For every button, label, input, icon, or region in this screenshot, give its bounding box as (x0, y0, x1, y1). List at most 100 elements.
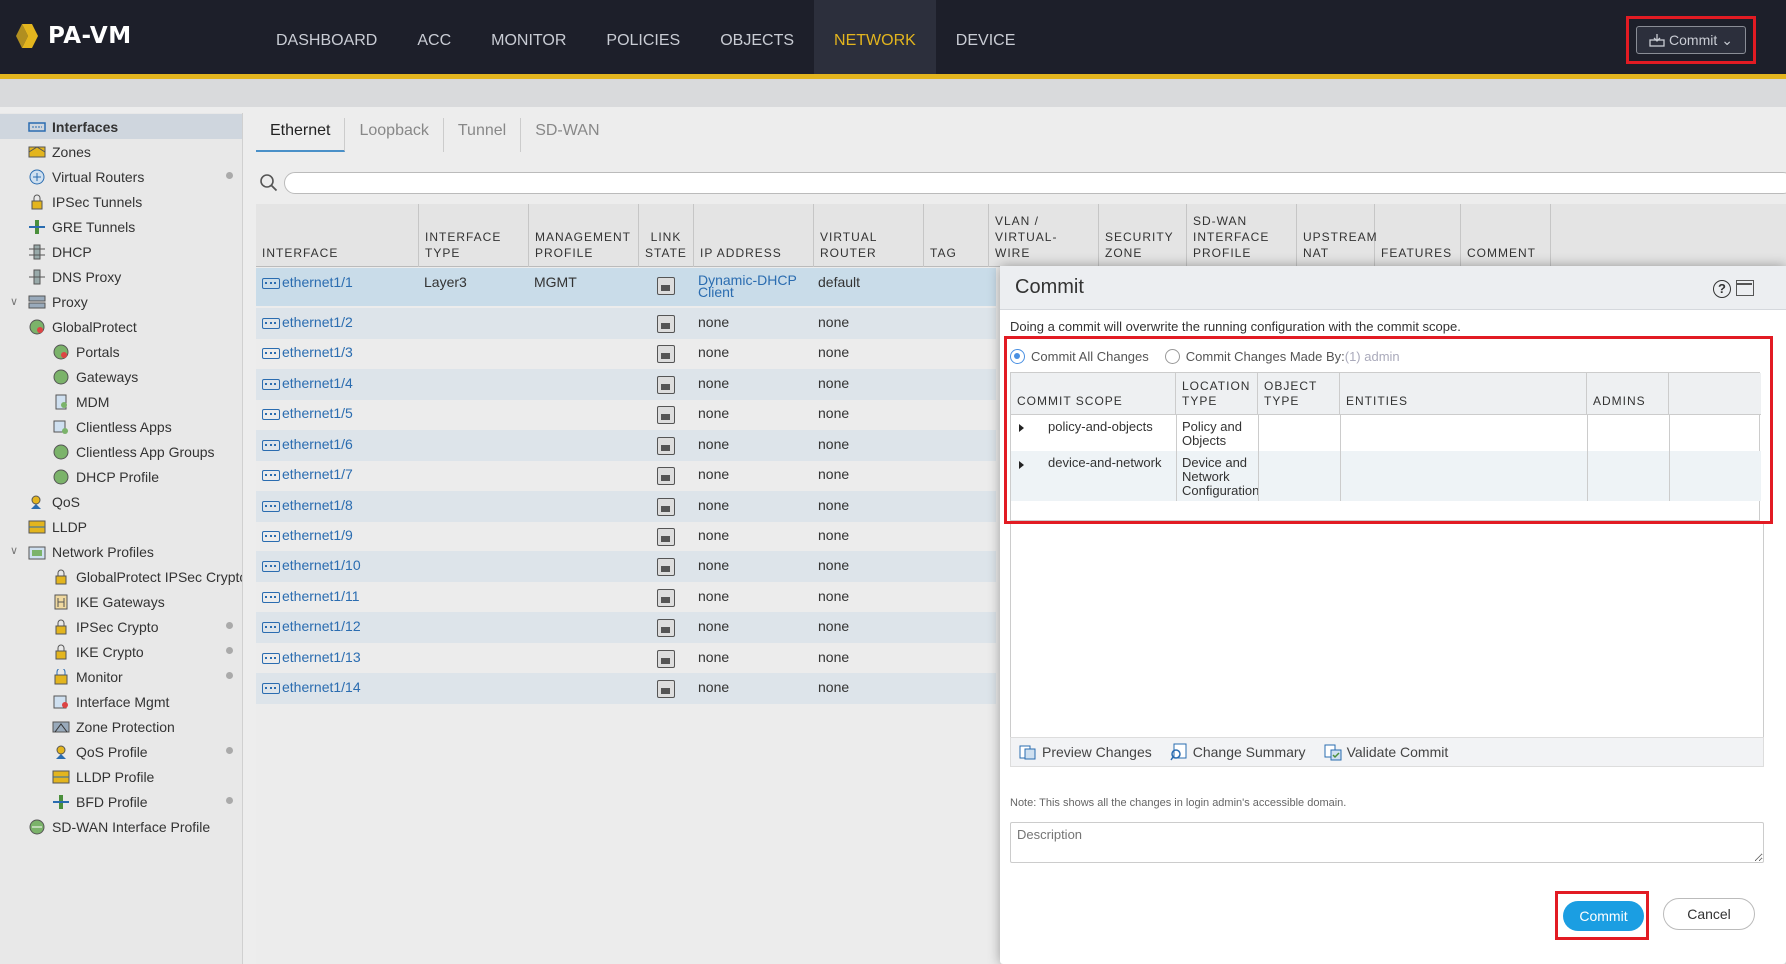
sidebar-item-lldp-profile[interactable]: LLDP Profile (52, 764, 154, 789)
interface-cell[interactable]: ethernet1/13 (262, 649, 361, 665)
description-field[interactable] (1010, 822, 1764, 863)
radio-commit-all[interactable] (1010, 349, 1025, 364)
col-interface-type[interactable]: INTERFACE TYPE (419, 204, 529, 267)
help-icon[interactable]: ? (1713, 280, 1731, 298)
sidebar-item-dhcp[interactable]: DHCP (28, 239, 92, 264)
col-admins[interactable]: ADMINS (1587, 373, 1669, 415)
nav-acc[interactable]: ACC (397, 0, 471, 74)
table-row[interactable]: ethernet1/6 none none (256, 430, 996, 461)
interface-link[interactable]: ethernet1/11 (282, 588, 360, 604)
tab-ethernet[interactable]: Ethernet (256, 118, 346, 152)
interface-link[interactable]: ethernet1/14 (282, 679, 361, 695)
interface-link[interactable]: ethernet1/6 (282, 436, 353, 452)
interface-link[interactable]: ethernet1/4 (282, 375, 353, 391)
sidebar-item-globalprotect[interactable]: GlobalProtect (28, 314, 137, 339)
col-entities[interactable]: ENTITIES (1340, 373, 1587, 415)
col-features[interactable]: FEATURES (1375, 204, 1461, 267)
top-commit-button[interactable]: Commit ⌄ (1636, 26, 1746, 54)
col-location-type[interactable]: LOCATION TYPE (1176, 373, 1258, 415)
sidebar-item-zone-protection[interactable]: Zone Protection (52, 714, 175, 739)
interface-cell[interactable]: ethernet1/3 (262, 344, 353, 360)
col-comment[interactable]: COMMENT (1461, 204, 1551, 267)
sidebar-item-qos-profile[interactable]: QoS Profile (52, 739, 148, 764)
sidebar-item-zones[interactable]: Zones (28, 139, 91, 164)
interface-cell[interactable]: ethernet1/7 (262, 466, 353, 482)
sidebar-item-ipsec-crypto[interactable]: IPSec Crypto (52, 614, 158, 639)
table-row[interactable]: ethernet1/11 none none (256, 582, 996, 613)
sidebar-item-clientless-apps[interactable]: Clientless Apps (52, 414, 172, 439)
col-security-zone[interactable]: SECURITY ZONE (1099, 204, 1187, 267)
table-row[interactable]: ethernet1/10 none none (256, 551, 996, 582)
sidebar-item-sdwan-interface-profile[interactable]: SD-WAN Interface Profile (28, 814, 210, 839)
nav-device[interactable]: DEVICE (936, 0, 1036, 74)
interface-cell[interactable]: ethernet1/11 (262, 588, 360, 604)
commit-button[interactable]: Commit (1563, 901, 1644, 931)
interface-link[interactable]: ethernet1/9 (282, 527, 353, 543)
interface-link[interactable]: ethernet1/2 (282, 314, 353, 330)
sidebar-item-lldp[interactable]: LLDP (28, 514, 87, 539)
col-link-state[interactable]: LINK STATE (639, 204, 694, 267)
sidebar-item-ike-crypto[interactable]: IKE Crypto (52, 639, 144, 664)
maximize-icon[interactable] (1736, 280, 1754, 296)
sidebar-item-virtual-routers[interactable]: Virtual Routers (28, 164, 144, 189)
col-upstream-nat[interactable]: UPSTREAM NAT (1297, 204, 1377, 267)
expand-arrow-icon[interactable] (1019, 424, 1024, 432)
col-tag[interactable]: TAG (924, 204, 989, 267)
table-row[interactable]: ethernet1/2 none none (256, 308, 996, 339)
sidebar-item-gre-tunnels[interactable]: GRE Tunnels (28, 214, 135, 239)
tab-tunnel[interactable]: Tunnel (444, 118, 522, 152)
col-commit-scope[interactable]: COMMIT SCOPE (1011, 373, 1176, 415)
sidebar-item-bfd-profile[interactable]: BFD Profile (52, 789, 148, 814)
table-row[interactable]: ethernet1/9 none none (256, 521, 996, 552)
tab-sdwan[interactable]: SD-WAN (521, 118, 613, 152)
interface-cell[interactable]: ethernet1/10 (262, 557, 361, 573)
table-row[interactable]: ethernet1/13 none none (256, 643, 996, 674)
expand-arrow-icon[interactable] (1019, 461, 1024, 469)
change-summary-button[interactable]: Change Summary (1170, 743, 1306, 761)
sidebar-item-ike-gateways[interactable]: IKE Gateways (52, 589, 165, 614)
interface-link[interactable]: ethernet1/5 (282, 405, 353, 421)
sidebar-item-portals[interactable]: Portals (52, 339, 120, 364)
col-management-profile[interactable]: MANAGEMENT PROFILE (529, 204, 639, 267)
nav-objects[interactable]: OBJECTS (700, 0, 814, 74)
nav-policies[interactable]: POLICIES (586, 0, 700, 74)
nav-monitor[interactable]: MONITOR (471, 0, 586, 74)
sidebar-item-ipsec-tunnels[interactable]: IPSec Tunnels (28, 189, 142, 214)
interface-cell[interactable]: ethernet1/5 (262, 405, 353, 421)
table-row[interactable]: ethernet1/1 Layer3 MGMT Dynamic-DHCP Client… (256, 268, 996, 306)
sidebar-item-mdm[interactable]: MDM (52, 389, 109, 414)
interface-cell[interactable]: ethernet1/9 (262, 527, 353, 543)
table-row[interactable]: ethernet1/8 none none (256, 491, 996, 522)
sidebar-item-qos[interactable]: QoS (28, 489, 80, 514)
table-row[interactable]: ethernet1/7 none none (256, 460, 996, 491)
sidebar-item-proxy[interactable]: Proxy (28, 289, 88, 314)
interface-link[interactable]: ethernet1/10 (282, 557, 361, 573)
sidebar-item-gp-ipsec-crypto[interactable]: GlobalProtect IPSec Crypto (52, 564, 242, 589)
scope-row[interactable]: device-and-network Device and Network Co… (1011, 451, 1761, 501)
chevron-down-icon[interactable]: ∨ (10, 295, 18, 308)
col-ip-address[interactable]: IP ADDRESS (694, 204, 814, 267)
cancel-button[interactable]: Cancel (1663, 898, 1755, 930)
interface-cell[interactable]: ethernet1/1 (262, 274, 353, 290)
interface-link[interactable]: ethernet1/8 (282, 497, 353, 513)
interface-cell[interactable]: ethernet1/2 (262, 314, 353, 330)
interface-cell[interactable]: ethernet1/8 (262, 497, 353, 513)
sidebar-item-interfaces[interactable]: Interfaces (0, 114, 242, 139)
ip-address-cell[interactable]: Dynamic-DHCP Client (698, 273, 798, 299)
col-object-type[interactable]: OBJECT TYPE (1258, 373, 1340, 415)
chevron-down-icon[interactable]: ∨ (10, 544, 18, 557)
nav-network[interactable]: NETWORK (814, 0, 936, 74)
interface-link[interactable]: ethernet1/1 (282, 274, 353, 290)
table-row[interactable]: ethernet1/3 none none (256, 338, 996, 369)
sidebar-item-monitor[interactable]: Monitor (52, 664, 123, 689)
search-input[interactable] (284, 172, 1786, 194)
preview-changes-button[interactable]: Preview Changes (1019, 743, 1152, 761)
col-sdwan-profile[interactable]: SD-WAN INTERFACE PROFILE (1187, 204, 1297, 267)
interface-link[interactable]: ethernet1/13 (282, 649, 361, 665)
table-row[interactable]: ethernet1/12 none none (256, 612, 996, 643)
interface-cell[interactable]: ethernet1/6 (262, 436, 353, 452)
sidebar-item-network-profiles[interactable]: Network Profiles (28, 539, 154, 564)
validate-commit-button[interactable]: Validate Commit (1324, 743, 1448, 761)
tab-loopback[interactable]: Loopback (345, 118, 444, 152)
col-virtual-router[interactable]: VIRTUAL ROUTER (814, 204, 924, 267)
